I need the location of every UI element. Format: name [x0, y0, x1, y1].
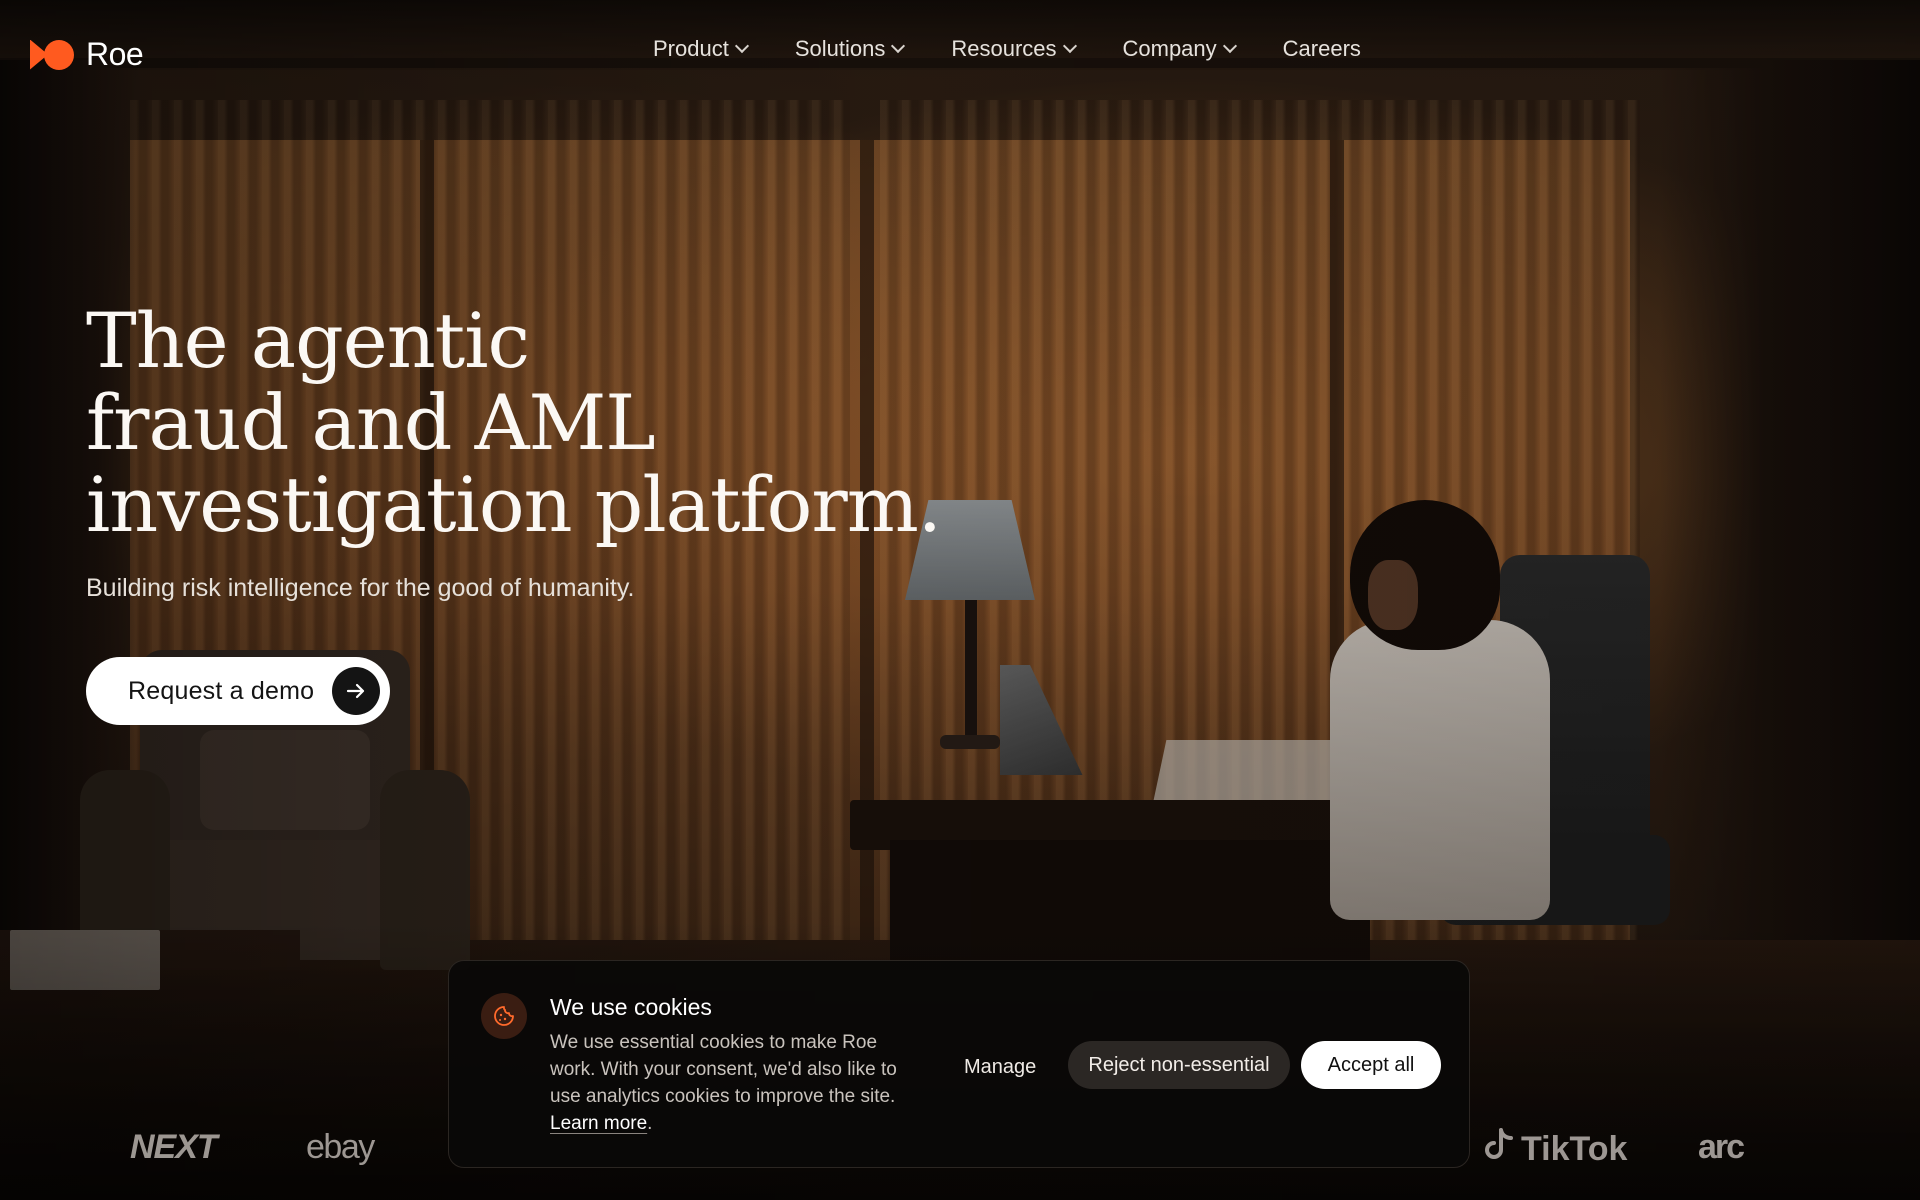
roe-logo[interactable]: Roe: [30, 36, 144, 73]
hero-subtitle: Building risk intelligence for the good …: [86, 574, 635, 602]
logo-text: Roe: [86, 36, 144, 72]
nav-label: Resources: [951, 36, 1057, 61]
nav-item-company[interactable]: Company: [1122, 36, 1237, 62]
customer-logo-tiktok: TikTok: [1483, 1128, 1627, 1171]
request-demo-button[interactable]: Request a demo: [86, 657, 390, 725]
tiktok-icon: [1483, 1128, 1515, 1171]
site-header: Roe Product Solutions Resources Company …: [0, 0, 1920, 106]
arrow-right-icon: [332, 667, 380, 715]
cookie-body-text: We use essential cookies to make Roe wor…: [550, 1032, 897, 1107]
hero-section: The agentic fraud and AML investigation …: [86, 300, 986, 603]
nav-label: Careers: [1282, 36, 1361, 61]
nav-item-careers[interactable]: Careers: [1283, 36, 1361, 62]
accept-all-button[interactable]: Accept all: [1301, 1041, 1441, 1089]
tiktok-wordmark: TikTok: [1521, 1130, 1628, 1168]
chevron-down-icon: [891, 38, 906, 54]
cookie-text: We use essential cookies to make Roe wor…: [550, 1029, 910, 1137]
cookie-icon: [481, 993, 527, 1039]
chevron-down-icon: [734, 38, 749, 54]
hero-title-line: The agentic: [86, 296, 530, 385]
reject-non-essential-button[interactable]: Reject non-essential: [1068, 1041, 1290, 1089]
customer-logo-ebay: ebay: [306, 1128, 375, 1166]
nav-label: Product: [653, 36, 729, 61]
chevron-down-icon: [1222, 38, 1237, 54]
nav-label: Solutions: [794, 36, 886, 61]
hero-title-line: fraud and AML: [86, 378, 656, 467]
cookie-title: We use cookies: [550, 994, 712, 1020]
chevron-down-icon: [1062, 38, 1077, 54]
customer-logo-arc: arc: [1698, 1128, 1745, 1166]
customer-logo-next: NEXT: [130, 1128, 218, 1166]
nav-item-product[interactable]: Product: [653, 36, 749, 62]
nav-item-resources[interactable]: Resources: [951, 36, 1077, 62]
roe-logo-icon: [30, 38, 76, 72]
nav-label: Company: [1122, 36, 1217, 61]
main-nav: Product Solutions Resources Company Care…: [653, 36, 1361, 62]
manage-cookies-button[interactable]: Manage: [958, 1043, 1042, 1091]
nav-item-solutions[interactable]: Solutions: [794, 36, 906, 62]
learn-more-link[interactable]: Learn more: [550, 1113, 647, 1134]
cookie-banner: We use cookies We use essential cookies …: [448, 960, 1470, 1168]
hero-title-line: investigation platform.: [86, 460, 942, 549]
cookie-body-punct: .: [647, 1113, 653, 1134]
request-demo-label: Request a demo: [128, 676, 315, 705]
hero-title: The agentic fraud and AML investigation …: [86, 300, 986, 546]
